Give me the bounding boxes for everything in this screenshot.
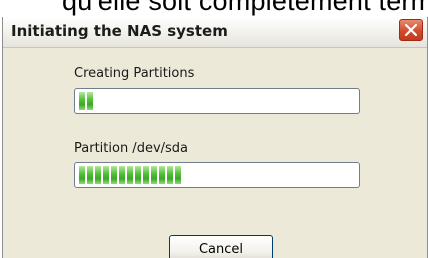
partition-progress-segment xyxy=(127,166,133,184)
task-progress-bar xyxy=(74,88,360,114)
title-bar[interactable]: Initiating the NAS system xyxy=(3,17,427,48)
partition-progress-segment xyxy=(135,166,141,184)
task-progress-label: Creating Partitions xyxy=(74,66,195,81)
dialog-title: Initiating the NAS system xyxy=(11,22,228,40)
close-icon xyxy=(404,23,418,37)
partition-progress-segment xyxy=(103,166,109,184)
partition-progress-segment xyxy=(175,166,181,184)
page: qu'elle soit complètement termi Initiati… xyxy=(0,0,428,258)
partition-progress-segment xyxy=(151,166,157,184)
partition-progress-segment xyxy=(111,166,117,184)
dialog-content: Creating Partitions Partition /dev/sda C… xyxy=(3,48,427,258)
task-progress-fill xyxy=(79,92,93,110)
partition-progress-segment xyxy=(87,166,93,184)
partition-progress-bar xyxy=(74,162,360,188)
partition-progress-segment xyxy=(95,166,101,184)
progress-dialog: Initiating the NAS system Creating Parti… xyxy=(2,17,428,258)
task-progress-segment xyxy=(87,92,93,110)
task-progress-segment xyxy=(79,92,85,110)
partition-progress-segment xyxy=(119,166,125,184)
cancel-button[interactable]: Cancel xyxy=(169,235,273,258)
partition-progress-segment xyxy=(167,166,173,184)
partition-progress-segment xyxy=(79,166,85,184)
partition-progress-segment xyxy=(143,166,149,184)
partition-progress-segment xyxy=(159,166,165,184)
close-button[interactable] xyxy=(399,19,423,41)
partition-progress-fill xyxy=(79,166,181,184)
partition-progress-label: Partition /dev/sda xyxy=(74,141,189,156)
background-text: qu'elle soit complètement termi xyxy=(62,0,428,16)
